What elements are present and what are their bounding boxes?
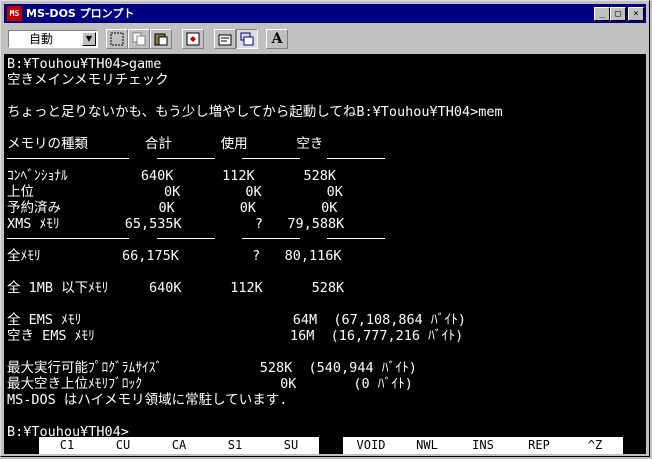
fkey-su[interactable]: SU xyxy=(263,437,319,454)
separator-line xyxy=(242,238,300,239)
console-line: 全 1MB 以下ﾒﾓﾘ 640K 112K 528K xyxy=(7,280,345,296)
console-line: 最大実行可能ﾌﾟﾛｸﾞﾗﾑｻｲｽﾞ 528K (540,944 ﾊﾞｲﾄ) xyxy=(7,360,417,376)
fkey-c1[interactable]: C1 xyxy=(39,437,95,454)
properties-button[interactable] xyxy=(214,29,236,49)
full-screen-button[interactable] xyxy=(182,29,204,49)
separator-line xyxy=(327,238,385,239)
title-bar[interactable]: MS MS-DOS プロンプト _ □ × xyxy=(4,4,646,23)
separator-line xyxy=(7,158,129,159)
font-size-select[interactable]: 自動 ▼ xyxy=(8,30,98,48)
minimize-button[interactable]: _ xyxy=(594,7,610,21)
fkey-nwl[interactable]: NWL xyxy=(399,437,455,454)
console-line: ちょっと足りないかも、もう少し増やしてから起動してねB:¥Touhou¥TH04… xyxy=(7,104,503,120)
separator-line xyxy=(7,238,129,239)
console-line: 上位 0K 0K 0K xyxy=(7,184,343,200)
console-line: 最大空き上位ﾒﾓﾘﾌﾞﾛｯｸ 0K (0 ﾊﾞｲﾄ) xyxy=(7,376,413,392)
fkey-cu[interactable]: CU xyxy=(95,437,151,454)
console-line: 空きメインメモリチェック xyxy=(7,72,169,88)
separator-line xyxy=(242,158,300,159)
font-button[interactable]: A xyxy=(266,29,288,49)
separator-line xyxy=(157,158,215,159)
msdos-icon[interactable]: MS xyxy=(7,6,22,21)
msdos-window: MS MS-DOS プロンプト _ □ × 自動 ▼ A B:¥Touhou¥T… xyxy=(0,0,650,457)
copy-button[interactable] xyxy=(128,29,150,49)
font-size-value: 自動 xyxy=(29,32,54,46)
console-line: ｺﾝﾍﾞﾝｼｮﾅﾙ 640K 112K 528K xyxy=(7,168,336,184)
mark-button[interactable] xyxy=(106,29,128,49)
console-screen[interactable]: B:¥Touhou¥TH04>game 空きメインメモリチェック ちょっと足りな… xyxy=(4,54,646,454)
console-line: 空き EMS ﾒﾓﾘ 16M (16,777,216 ﾊﾞｲﾄ) xyxy=(7,328,464,344)
background-icon xyxy=(240,32,254,46)
close-button[interactable]: × xyxy=(628,7,644,21)
console-line: XMS ﾒﾓﾘ 65,535K ? 79,588K xyxy=(7,216,345,232)
paste-button[interactable] xyxy=(150,29,172,49)
fkey-ca[interactable]: CA xyxy=(151,437,207,454)
copy-icon xyxy=(132,32,146,46)
mark-icon xyxy=(110,32,124,46)
console-line: 予約済み 0K 0K 0K xyxy=(7,200,338,216)
console-line: 全 EMS ﾒﾓﾘ 64M (67,108,864 ﾊﾞｲﾄ) xyxy=(7,312,467,328)
maximize-button[interactable]: □ xyxy=(610,7,626,21)
full-screen-icon xyxy=(186,32,200,46)
fkey-s1[interactable]: S1 xyxy=(207,437,263,454)
toolbar: 自動 ▼ A xyxy=(4,25,646,53)
properties-icon xyxy=(218,34,232,46)
chevron-down-icon[interactable]: ▼ xyxy=(82,32,96,46)
fkey-ctrl-z[interactable]: ^Z xyxy=(567,437,623,454)
background-button[interactable] xyxy=(236,29,258,49)
fkey-void[interactable]: VOID xyxy=(343,437,399,454)
separator-line xyxy=(327,158,385,159)
console-line: MS-DOS はハイメモリ領域に常駐しています. xyxy=(7,392,288,408)
fkey-ins[interactable]: INS xyxy=(455,437,511,454)
function-key-bar: C1 CU CA S1 SU VOID NWL INS REP ^Z xyxy=(4,437,646,454)
console-line: B:¥Touhou¥TH04>game xyxy=(7,56,162,72)
separator-line xyxy=(157,238,215,239)
window-title: MS-DOS プロンプト xyxy=(26,7,135,20)
console-line: メモリの種類 合計 使用 空き xyxy=(7,136,324,152)
paste-icon xyxy=(154,33,168,46)
console-line: 全ﾒﾓﾘ 66,175K ? 80,116K xyxy=(7,248,342,264)
fkey-rep[interactable]: REP xyxy=(511,437,567,454)
